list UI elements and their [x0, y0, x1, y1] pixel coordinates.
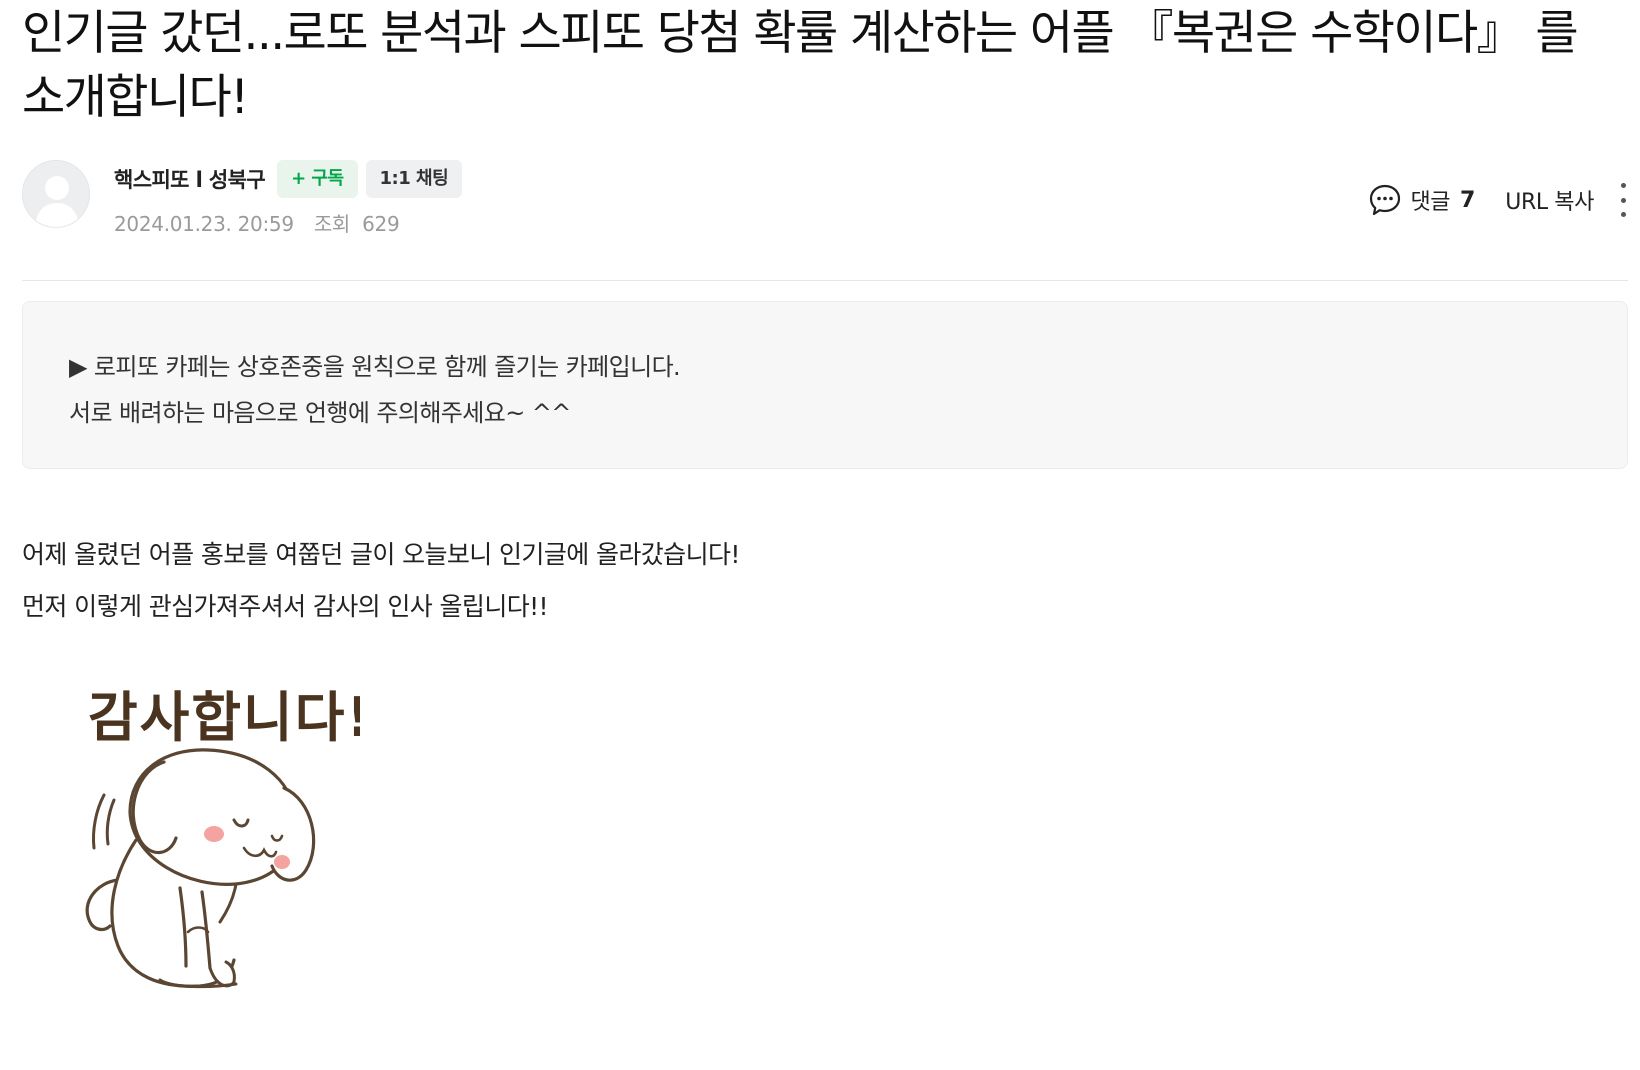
body-paragraph: 먼저 이렇게 관심가져주셔서 감사의 인사 올립니다!!	[22, 592, 549, 621]
post-title: 인기글 갔던...로또 분석과 스피또 당첨 확률 계산하는 어플 『복권은 수…	[22, 6, 1579, 125]
post-container: 인기글 갔던...로또 분석과 스피또 당첨 확률 계산하는 어플 『복권은 수…	[22, 0, 1628, 633]
notice-line: ▶ 로피또 카페는 상호존중을 원칙으로 함께 즐기는 카페입니다.	[69, 353, 681, 381]
sticker-caption: 감사합니다!	[88, 686, 360, 749]
url-copy-button[interactable]: URL 복사	[1505, 184, 1594, 216]
avatar[interactable]	[22, 160, 90, 228]
author-name[interactable]: 핵스피또 l 성북구	[114, 164, 266, 194]
cafe-notice: ▶ 로피또 카페는 상호존중을 원칙으로 함께 즐기는 카페입니다. 서로 배려…	[22, 301, 1628, 469]
author-row: 핵스피또 l 성북구 + 구독 1:1 채팅	[114, 160, 470, 198]
more-vertical-icon[interactable]	[1616, 183, 1630, 217]
subscribe-button[interactable]: + 구독	[277, 160, 358, 198]
thank-you-sticker: 감사합니다!	[60, 670, 371, 1010]
bowing-puppy-image: 감사합니다!	[85, 686, 371, 989]
meta-divider	[22, 280, 1628, 281]
views-label: 조회	[313, 212, 351, 236]
comment-button[interactable]: 댓글 7	[1368, 183, 1475, 217]
post-meta: 핵스피또 l 성북구 + 구독 1:1 채팅 2024.01.23. 20:59…	[22, 150, 1628, 262]
post-body: 어제 올렸던 어플 홍보를 여쭙던 글이 오늘보니 인기글에 올라갔습니다! 먼…	[22, 529, 1628, 633]
speech-bubble-icon	[1370, 184, 1401, 216]
comment-label: 댓글	[1410, 190, 1450, 215]
post-date: 2024.01.23. 20:59	[114, 212, 294, 236]
post-actions: 댓글 7 URL 복사	[1368, 180, 1628, 220]
post-date-row: 2024.01.23. 20:59 조회 629	[114, 208, 400, 237]
chat-button[interactable]: 1:1 채팅	[365, 160, 463, 198]
views-count: 629	[362, 212, 400, 236]
notice-line: 서로 배려하는 마음으로 언행에 주의해주세요~ ^^	[69, 399, 571, 427]
comment-count: 7	[1459, 187, 1476, 213]
default-profile-icon	[23, 161, 89, 227]
body-paragraph: 어제 올렸던 어플 홍보를 여쭙던 글이 오늘보니 인기글에 올라갔습니다!	[22, 540, 740, 569]
